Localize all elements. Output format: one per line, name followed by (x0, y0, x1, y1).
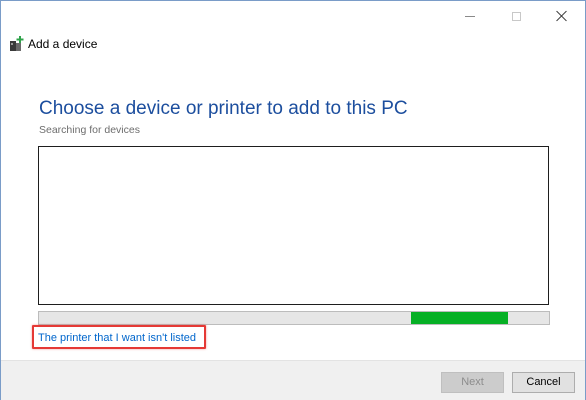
close-button[interactable] (539, 1, 585, 31)
device-list[interactable] (38, 146, 549, 305)
window-title: Add a device (28, 37, 98, 51)
next-button[interactable]: Next (441, 372, 504, 393)
close-icon (556, 10, 568, 22)
cancel-button[interactable]: Cancel (512, 372, 575, 393)
maximize-icon (511, 11, 521, 21)
search-progress-bar (38, 311, 550, 325)
minimize-button[interactable] (447, 1, 493, 31)
minimize-icon (465, 15, 475, 17)
title-bar (1, 1, 585, 31)
add-device-icon (10, 36, 24, 51)
search-status: Searching for devices (39, 124, 140, 136)
footer-bar: Next Cancel (1, 360, 585, 400)
printer-not-listed-link[interactable]: The printer that I want isn't listed (38, 331, 196, 345)
page-title: Choose a device or printer to add to thi… (39, 98, 408, 119)
maximize-button[interactable] (493, 1, 539, 31)
progress-fill (411, 312, 509, 324)
add-device-window: Add a device Choose a device or printer … (0, 0, 586, 400)
